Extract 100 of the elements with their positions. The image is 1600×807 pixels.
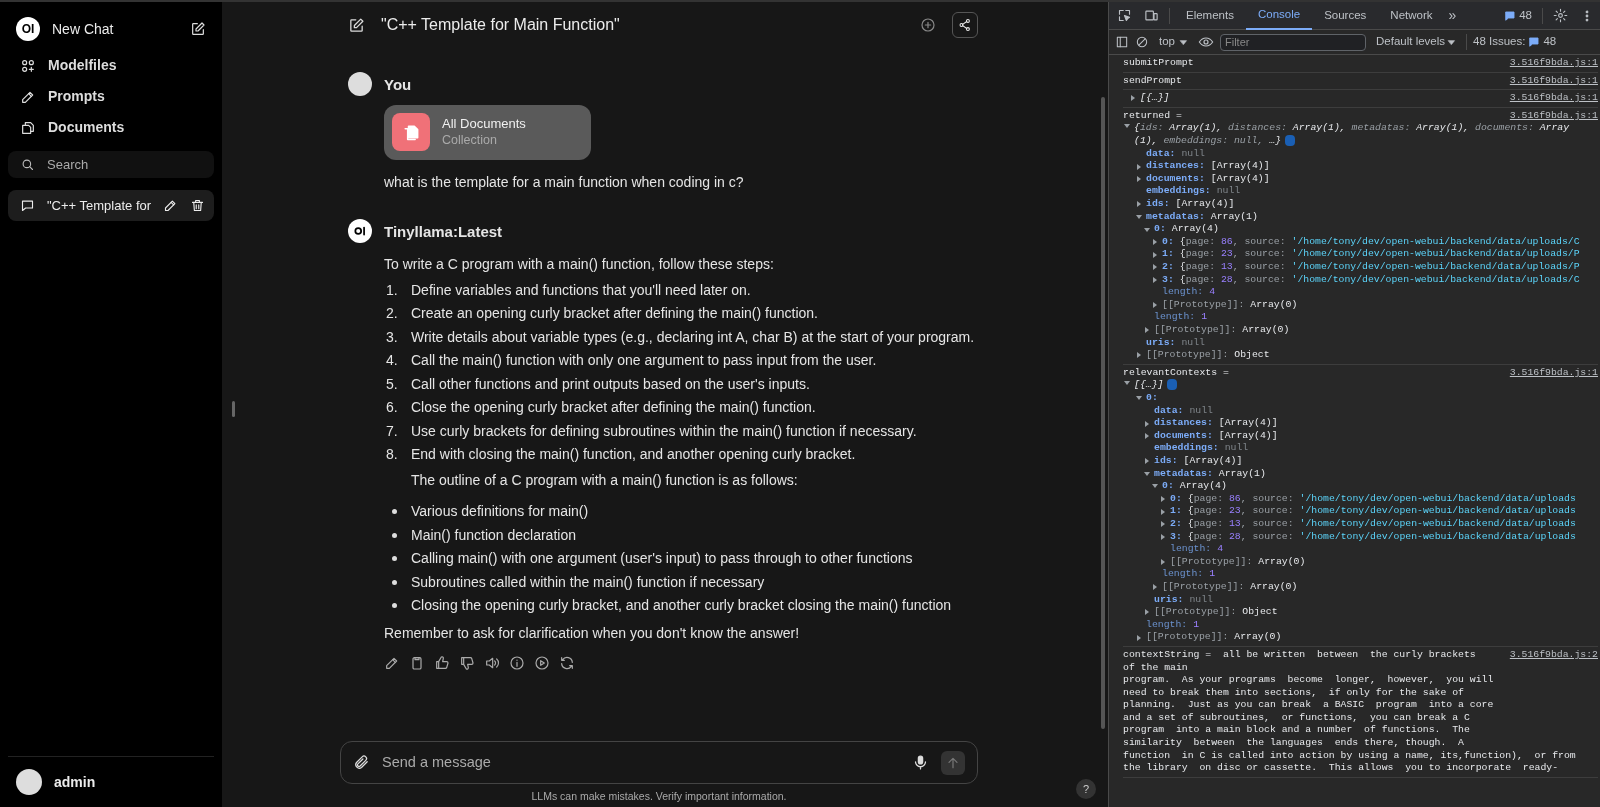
tree-row[interactable]: [[Prototype]]: Array(0) xyxy=(1127,555,1598,569)
compose-icon[interactable] xyxy=(190,21,206,37)
message-input[interactable]: Send a message xyxy=(382,751,900,774)
source-link[interactable]: 3.516f9bda.js:2 xyxy=(1509,648,1598,662)
source-link[interactable]: 3.516f9bda.js:1 xyxy=(1509,366,1598,380)
collapsed-arrow-icon[interactable] xyxy=(1151,583,1159,592)
help-button[interactable]: ? xyxy=(1076,779,1096,799)
tree-row[interactable]: 2: {page: 13, source: '/home/tony/dev/open-webui/backend/data/uploads xyxy=(1127,517,1598,531)
new-chat-link[interactable]: New Chat xyxy=(52,18,178,40)
tree-row[interactable]: distances: [Array(4)] xyxy=(1127,160,1598,173)
message-composer[interactable]: Send a message xyxy=(340,741,978,784)
collapsed-arrow-icon[interactable] xyxy=(1135,633,1143,642)
levels-dropdown[interactable]: Default levels xyxy=(1372,33,1461,51)
collapsed-arrow-icon[interactable] xyxy=(1159,495,1167,504)
tree-row[interactable]: metadatas: Array(1) xyxy=(1127,210,1598,224)
collapsed-arrow-icon[interactable] xyxy=(1143,608,1151,617)
tree-row[interactable]: 0: {page: 86, source: '/home/tony/dev/open-webui/backend/data/uploads/C xyxy=(1127,235,1598,249)
devtools-tab[interactable]: Sources xyxy=(1312,2,1379,30)
chat-list-item[interactable]: "C++ Template for xyxy=(8,190,214,221)
clipboard-icon[interactable] xyxy=(409,655,425,671)
microphone-icon[interactable] xyxy=(912,754,929,771)
source-link[interactable]: 3.516f9bda.js:1 xyxy=(1509,92,1598,105)
tree-row[interactable]: metadatas: Array(1) xyxy=(1127,467,1598,481)
collapsed-arrow-icon[interactable] xyxy=(1151,250,1159,259)
collapsed-arrow-icon[interactable] xyxy=(1135,351,1143,360)
tree-row[interactable]: ids: [Array(4)] xyxy=(1127,198,1598,211)
tree-row[interactable]: 2: {page: 13, source: '/home/tony/dev/open-webui/backend/data/uploads/P xyxy=(1127,261,1598,274)
collapsed-arrow-icon[interactable] xyxy=(1151,238,1159,247)
collapsed-arrow-icon[interactable] xyxy=(1143,326,1151,335)
search-field[interactable]: Search xyxy=(47,154,202,175)
compose-icon[interactable] xyxy=(348,16,365,34)
source-link[interactable]: 3.516f9bda.js:1 xyxy=(1509,109,1598,123)
collapsed-arrow-icon[interactable] xyxy=(1151,263,1159,272)
tree-row[interactable]: ids: [Array(4)] xyxy=(1127,455,1598,468)
tree-root[interactable]: [{…}] 3.516f9bda.js:1 xyxy=(1123,92,1598,105)
nav-item[interactable]: Modelfiles xyxy=(8,50,214,81)
thumbs-up-icon[interactable] xyxy=(434,655,450,671)
attachment-card[interactable]: All Documents Collection xyxy=(384,104,591,160)
nav-item[interactable]: Documents xyxy=(8,112,214,143)
collapsed-arrow-icon[interactable] xyxy=(1135,175,1143,184)
context-dropdown[interactable]: top xyxy=(1155,33,1192,51)
thumbs-down-icon[interactable] xyxy=(459,655,475,671)
paperclip-icon[interactable] xyxy=(353,754,370,771)
clear-icon[interactable] xyxy=(1135,35,1149,49)
messages-counter[interactable]: 48 xyxy=(1498,6,1538,25)
collapsed-arrow-icon[interactable] xyxy=(1151,275,1159,284)
more-tabs-button[interactable]: » xyxy=(1444,5,1461,26)
tree-row[interactable]: [[Prototype]]: Array(0) xyxy=(1127,580,1598,594)
tree-row[interactable]: distances: [Array(4)] xyxy=(1127,417,1598,430)
collapsed-arrow-icon[interactable] xyxy=(1143,419,1151,428)
collapsed-arrow-icon[interactable] xyxy=(1135,200,1143,209)
speaker-icon[interactable] xyxy=(484,655,500,671)
tree-row[interactable]: [[Prototype]]: Array(0) xyxy=(1127,323,1598,337)
inspect-icon[interactable] xyxy=(1117,8,1132,23)
collapsed-arrow-icon[interactable] xyxy=(1135,162,1143,171)
tree-row[interactable]: 0: Array(4) xyxy=(1127,223,1598,236)
sidebar-icon[interactable] xyxy=(1115,35,1129,49)
eye-icon[interactable] xyxy=(1198,34,1214,50)
settings-icon[interactable] xyxy=(1553,8,1568,23)
tree-row[interactable]: 0: {page: 86, source: '/home/tony/dev/open-webui/backend/data/uploads xyxy=(1127,492,1598,506)
nav-item[interactable]: Prompts xyxy=(8,81,214,112)
trash-icon[interactable] xyxy=(190,198,206,213)
source-link[interactable]: 3.516f9bda.js:1 xyxy=(1509,74,1598,88)
collapsed-arrow-icon[interactable] xyxy=(1159,507,1167,516)
filter-field[interactable]: Filter xyxy=(1220,33,1366,51)
collapsed-arrow-icon[interactable] xyxy=(1159,558,1167,567)
tree-row[interactable]: 0: xyxy=(1127,392,1598,405)
tree-row[interactable]: [[Prototype]]: Array(0) xyxy=(1127,298,1598,312)
tree-row[interactable]: 3: {page: 28, source: '/home/tony/dev/open-webui/backend/data/uploads/C xyxy=(1127,273,1598,287)
tree-row[interactable]: 1: {page: 23, source: '/home/tony/dev/open-webui/backend/data/uploads/P xyxy=(1127,248,1598,261)
pencil-icon[interactable] xyxy=(384,655,400,671)
tree-row[interactable]: documents: [Array(4)] xyxy=(1127,429,1598,443)
device-icon[interactable] xyxy=(1144,8,1159,23)
play-icon[interactable] xyxy=(534,655,550,671)
info-icon[interactable] xyxy=(509,655,525,671)
devtools-tab[interactable]: Network xyxy=(1378,2,1445,30)
expanded-arrow-icon[interactable] xyxy=(1143,225,1151,234)
user-name[interactable]: admin xyxy=(54,771,96,793)
resize-handle[interactable] xyxy=(232,401,235,417)
collapsed-arrow-icon[interactable] xyxy=(1143,457,1151,466)
tree-row[interactable]: 3: {page: 28, source: '/home/tony/dev/open-webui/backend/data/uploads xyxy=(1127,530,1598,544)
tree-row[interactable]: [[Prototype]]: Array(0) xyxy=(1127,631,1598,644)
search-bar[interactable]: Search xyxy=(8,151,214,178)
tree-row[interactable]: [[Prototype]]: Object xyxy=(1127,349,1598,362)
tree-row[interactable]: [[Prototype]]: Object xyxy=(1127,606,1598,619)
tree-root[interactable]: {ids: Array(1), distances: Array(1), metadatas: Array(1), documents: Array (1), embeddings: null, …} xyxy=(1123,122,1598,148)
devtools-tab[interactable]: Elements xyxy=(1174,2,1246,30)
tree-row[interactable]: 0: Array(4) xyxy=(1127,480,1598,493)
expanded-arrow-icon[interactable] xyxy=(1135,212,1143,221)
send-button[interactable] xyxy=(941,750,965,775)
source-link[interactable]: 3.516f9bda.js:1 xyxy=(1509,57,1598,70)
tree-row[interactable]: documents: [Array(4)] xyxy=(1127,172,1598,186)
collapsed-arrow-icon[interactable] xyxy=(1159,520,1167,529)
devtools-tab[interactable]: Console xyxy=(1245,2,1313,30)
collapsed-arrow-icon[interactable] xyxy=(1159,532,1167,541)
collapsed-arrow-icon[interactable] xyxy=(1129,94,1137,103)
expanded-arrow-icon[interactable] xyxy=(1143,469,1151,478)
refresh-icon[interactable] xyxy=(559,655,575,671)
collapsed-arrow-icon[interactable] xyxy=(1143,432,1151,441)
collapsed-arrow-icon[interactable] xyxy=(1151,301,1159,310)
